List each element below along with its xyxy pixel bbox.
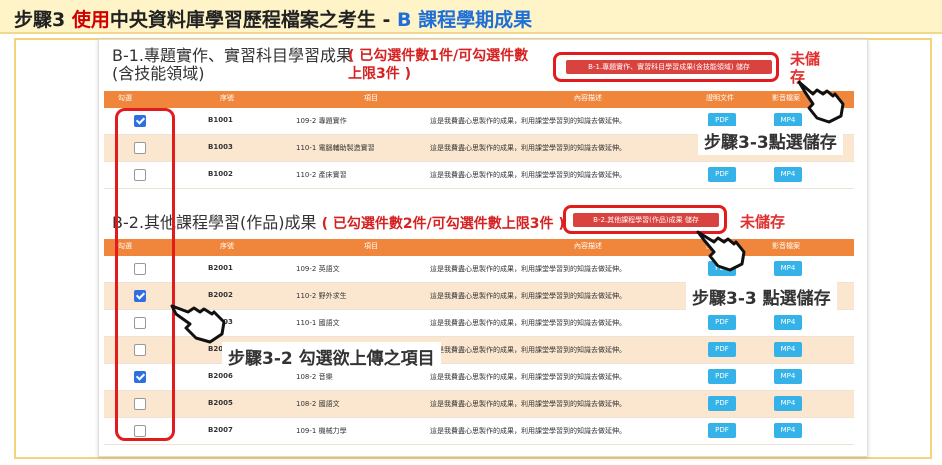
row-serial: B2001 xyxy=(208,264,233,272)
row-item: 109-2 英語文 xyxy=(296,265,340,273)
section1-unsaved-line1: 未儲 xyxy=(790,50,821,68)
row-description: 這是我費盡心思製作的成果，利用課堂學習到的知識去做延伸。 xyxy=(430,427,626,435)
col-item: 項目 xyxy=(364,242,378,250)
col-description: 內容描述 xyxy=(574,242,602,250)
row-item: 109-2 專題實作 xyxy=(296,117,347,125)
row-serial: B1003 xyxy=(208,143,233,151)
section1-table-header: 勾選 序號 項目 內容描述 證明文件 影音檔案 xyxy=(104,91,854,108)
title-middle: 中央資料庫學習歷程檔案之考生 - xyxy=(109,9,397,31)
pointing-hand-icon xyxy=(170,304,226,344)
mp4-button[interactable]: MP4 xyxy=(774,261,802,276)
row-serial: B1002 xyxy=(208,170,233,178)
section1-limit-line1: ( 已勾選件數1件/可勾選件數 xyxy=(348,48,529,64)
section1-title: B-1.專題實作、實習科目學習成果 (含技能領域) xyxy=(112,47,352,83)
callout-step-3-2: 步驟3-2 勾選欲上傳之項目 xyxy=(222,342,441,371)
row-serial: B2002 xyxy=(208,291,233,299)
table-row: B1002 110-2 產床實習 這是我費盡心思製作的成果，利用課堂學習到的知識去做… xyxy=(104,162,854,189)
row-item: 110-2 產床實習 xyxy=(296,171,347,179)
row-item: 108-2 音樂 xyxy=(296,373,333,381)
row-item: 110-2 野外求生 xyxy=(296,292,347,300)
pdf-button[interactable]: PDF xyxy=(708,396,736,411)
mp4-button[interactable]: MP4 xyxy=(774,396,802,411)
col-description: 內容描述 xyxy=(574,94,602,102)
callout-step-3-3-first: 步驟3-3點選儲存 xyxy=(698,126,843,155)
col-serial: 序號 xyxy=(220,242,234,250)
row-description: 這是我費盡心思製作的成果，利用課堂學習到的知識去做延伸。 xyxy=(430,292,626,300)
row-description: 這是我費盡心思製作的成果，利用課堂學習到的知識去做延伸。 xyxy=(430,171,626,179)
table-row: B2007 109-1 機械力學 這是我費盡心思製作的成果，利用課堂學習到的知識去做… xyxy=(104,418,854,445)
section2-limit: ( 已勾選件數2件/可勾選件數上限3件 ) xyxy=(321,216,565,232)
mp4-button[interactable]: MP4 xyxy=(774,423,802,438)
title-b-course: B 課程學期成果 xyxy=(396,9,533,31)
mp4-button[interactable]: MP4 xyxy=(774,342,802,357)
row-item: 108-2 國語文 xyxy=(296,400,340,408)
pdf-button[interactable]: PDF xyxy=(708,369,736,384)
table-row: B2005 108-2 國語文 這是我費盡心思製作的成果，利用課堂學習到的知識去做延… xyxy=(104,391,854,418)
section2-title: B-2.其他課程學習(作品)成果 ( 已勾選件數2件/可勾選件數上限3件 ) xyxy=(112,209,565,233)
table-row: B2006 108-2 音樂 這是我費盡心思製作的成果，利用課堂學習到的知識去做延伸… xyxy=(104,364,854,391)
section1-save-highlight xyxy=(553,52,779,82)
section1-title-line1: B-1.專題實作、實習科目學習成果 xyxy=(112,46,353,65)
row-description: 這是我費盡心思製作的成果，利用課堂學習到的知識去做延伸。 xyxy=(430,117,626,125)
row-serial: B1001 xyxy=(208,116,233,124)
title-step: 步驟3 xyxy=(14,9,72,31)
section1-limit: ( 已勾選件數1件/可勾選件數 上限3件 ) xyxy=(348,47,528,83)
pdf-button[interactable]: PDF xyxy=(708,423,736,438)
pdf-button[interactable]: PDF xyxy=(708,167,736,182)
col-select: 勾選 xyxy=(118,94,132,102)
row-item: 110-1 國語文 xyxy=(296,319,340,327)
col-proof: 證明文件 xyxy=(706,94,734,102)
pointing-hand-icon xyxy=(696,230,746,272)
row-description: 這是我費盡心思製作的成果，利用課堂學習到的知識去做延伸。 xyxy=(430,319,626,327)
page-title: 步驟3 使用中央資料庫學習歷程檔案之考生 - B 課程學期成果 xyxy=(14,5,532,32)
row-description: 這是我費盡心思製作的成果，利用課堂學習到的知識去做延伸。 xyxy=(430,144,626,152)
title-use: 使用 xyxy=(71,9,110,31)
row-description: 這是我費盡心思製作的成果，利用課堂學習到的知識去做延伸。 xyxy=(430,346,626,354)
pdf-button[interactable]: PDF xyxy=(708,315,736,330)
pdf-button[interactable]: PDF xyxy=(708,342,736,357)
mp4-button[interactable]: MP4 xyxy=(774,167,802,182)
pointing-hand-icon xyxy=(797,80,845,124)
row-description: 這是我費盡心思製作的成果，利用課堂學習到的知識去做延伸。 xyxy=(430,373,626,381)
row-serial: B2005 xyxy=(208,399,233,407)
mp4-button[interactable]: MP4 xyxy=(774,315,802,330)
col-item: 項目 xyxy=(364,94,378,102)
row-serial: B2007 xyxy=(208,426,233,434)
callout-step-3-3-second: 步驟3-3 點選儲存 xyxy=(686,282,837,311)
col-serial: 序號 xyxy=(220,94,234,102)
section1-title-line2: (含技能領域) xyxy=(112,64,205,83)
row-serial: B2006 xyxy=(208,372,233,380)
col-media: 影音檔案 xyxy=(772,242,800,250)
section1-limit-line2: 上限3件 ) xyxy=(348,66,412,82)
page-header: 步驟3 使用中央資料庫學習歷程檔案之考生 - B 課程學期成果 xyxy=(0,0,942,34)
row-description: 這是我費盡心思製作的成果，利用課堂學習到的知識去做延伸。 xyxy=(430,400,626,408)
checkbox-column-highlight xyxy=(115,108,175,441)
row-item: 110-1 電腦輔助製造實習 xyxy=(296,144,375,152)
row-item: 109-1 機械力學 xyxy=(296,427,347,435)
row-description: 這是我費盡心思製作的成果，利用課堂學習到的知識去做延伸。 xyxy=(430,265,626,273)
mp4-button[interactable]: MP4 xyxy=(774,369,802,384)
